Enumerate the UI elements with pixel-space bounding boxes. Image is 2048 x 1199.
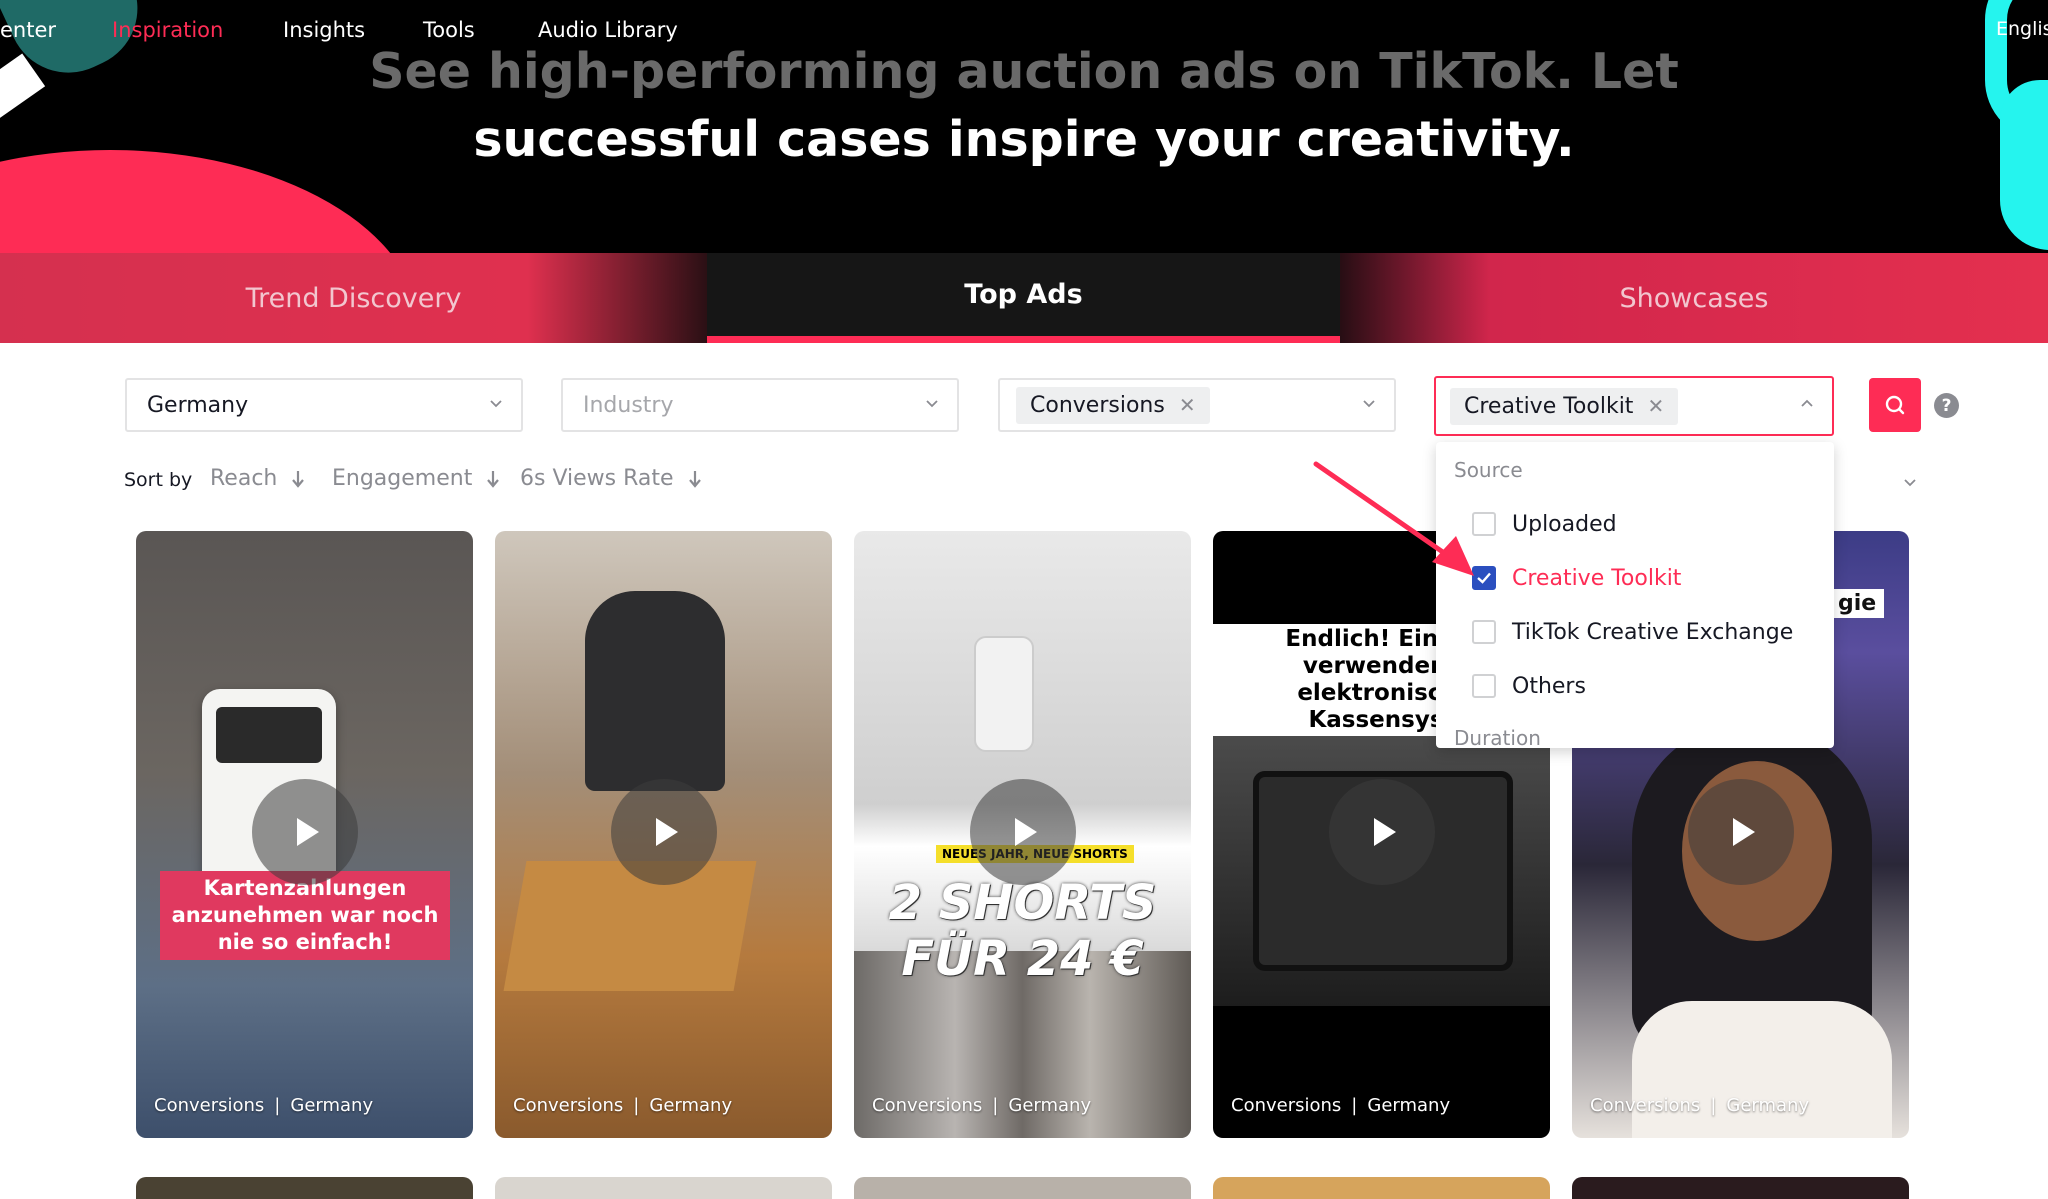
- card-objective: Conversions: [1231, 1095, 1342, 1116]
- option-label: TikTok Creative Exchange: [1512, 619, 1794, 645]
- play-icon[interactable]: [970, 779, 1076, 885]
- card-country: Germany: [649, 1095, 733, 1116]
- table-image: [503, 861, 757, 991]
- chevron-up-icon: [1801, 399, 1813, 407]
- card-objective: Conversions: [154, 1095, 265, 1116]
- language-selector[interactable]: English: [1996, 18, 2048, 40]
- arrow-down-icon: [688, 470, 701, 488]
- checkbox[interactable]: [1472, 674, 1496, 698]
- ad-card[interactable]: Kartenzahlungen anzunehmen war noch nie …: [136, 531, 473, 1138]
- tab-trend-discovery[interactable]: Trend Discovery: [0, 253, 707, 343]
- play-icon[interactable]: [1688, 779, 1794, 885]
- option-label: Uploaded: [1512, 511, 1617, 537]
- arrow-down-icon: [487, 470, 500, 488]
- phone-image: [974, 636, 1034, 752]
- play-icon[interactable]: [1329, 779, 1435, 885]
- source-select[interactable]: Creative Toolkit ✕: [1434, 376, 1834, 436]
- sort-label: Sort by: [124, 469, 193, 491]
- ad-card[interactable]: [1213, 1177, 1550, 1199]
- card-country: Germany: [290, 1095, 374, 1116]
- shirt-image: [1632, 1001, 1892, 1138]
- card-country: Germany: [1008, 1095, 1092, 1116]
- option-label: Creative Toolkit: [1512, 565, 1682, 591]
- option-label: Others: [1512, 673, 1586, 699]
- checkbox[interactable]: [1472, 620, 1496, 644]
- card-meta: Conversions | Germany: [1231, 1095, 1451, 1116]
- card-country: Germany: [1726, 1095, 1810, 1116]
- card-meta: Conversions | Germany: [1590, 1095, 1810, 1116]
- card-objective: Conversions: [1590, 1095, 1701, 1116]
- close-icon[interactable]: ✕: [1179, 393, 1196, 417]
- ad-card[interactable]: [136, 1177, 473, 1199]
- chevron-down-icon[interactable]: [1902, 474, 1918, 490]
- tab-bar: Trend Discovery Top Ads Showcases: [0, 253, 2048, 343]
- card-caption: gie: [1830, 589, 1885, 618]
- help-icon[interactable]: ?: [1934, 393, 1959, 418]
- search-button[interactable]: [1869, 378, 1921, 432]
- option-tiktok-creative-exchange[interactable]: TikTok Creative Exchange: [1472, 616, 1793, 648]
- ad-card[interactable]: [1572, 1177, 1909, 1199]
- search-icon: [1885, 395, 1905, 415]
- annotation-arrow-icon: [1313, 461, 1474, 576]
- objective-chip: Conversions ✕: [1016, 386, 1210, 424]
- tab-showcases[interactable]: Showcases: [1340, 253, 2048, 343]
- ad-card[interactable]: NEUES JAHR, NEUE SHORTS 2 SHORTS FÜR 24 …: [854, 531, 1191, 1138]
- sort-6s-views-rate-label: 6s Views Rate: [520, 466, 674, 491]
- person-image: [585, 591, 725, 791]
- chevron-down-icon: [926, 400, 938, 408]
- industry-placeholder: Industry: [583, 392, 674, 418]
- region-select[interactable]: Germany: [125, 378, 523, 432]
- card-country: Germany: [1367, 1095, 1451, 1116]
- hero-banner: enter Inspiration Insights Tools Audio L…: [0, 0, 2048, 253]
- ad-card[interactable]: Conversions | Germany: [495, 531, 832, 1138]
- sort-reach[interactable]: Reach: [210, 466, 305, 491]
- arrow-down-icon: [292, 470, 305, 488]
- sort-engagement[interactable]: Engagement: [332, 466, 500, 491]
- hero-title: See high-performing auction ads on TikTo…: [0, 38, 2048, 174]
- ad-card[interactable]: [495, 1177, 832, 1199]
- option-others[interactable]: Others: [1472, 670, 1586, 702]
- ad-card[interactable]: [854, 1177, 1191, 1199]
- source-chip: Creative Toolkit ✕: [1450, 387, 1679, 425]
- card-meta: Conversions | Germany: [513, 1095, 733, 1116]
- chevron-down-icon: [1363, 400, 1375, 408]
- sort-6s-views-rate[interactable]: 6s Views Rate: [520, 466, 702, 491]
- region-value: Germany: [147, 392, 249, 418]
- objective-chip-label: Conversions: [1030, 392, 1165, 418]
- option-creative-toolkit[interactable]: Creative Toolkit: [1472, 562, 1681, 594]
- duration-heading: Duration: [1454, 726, 1541, 748]
- play-icon[interactable]: [611, 779, 717, 885]
- option-uploaded[interactable]: Uploaded: [1472, 508, 1617, 540]
- card-objective: Conversions: [513, 1095, 624, 1116]
- tab-top-ads[interactable]: Top Ads: [707, 253, 1340, 343]
- close-icon[interactable]: ✕: [1647, 394, 1664, 418]
- play-icon[interactable]: [252, 779, 358, 885]
- chevron-down-icon: [490, 400, 502, 408]
- industry-select[interactable]: Industry: [561, 378, 959, 432]
- hero-title-line1: See high-performing auction ads on TikTo…: [369, 43, 1679, 100]
- sort-reach-label: Reach: [210, 466, 278, 491]
- card-objective: Conversions: [872, 1095, 983, 1116]
- sort-engagement-label: Engagement: [332, 466, 473, 491]
- source-dropdown-panel: Source Uploaded Creative Toolkit TikTok …: [1436, 442, 1834, 748]
- hero-title-line2: successful cases inspire your creativity…: [473, 111, 1575, 168]
- card-meta: Conversions | Germany: [154, 1095, 374, 1116]
- card-meta: Conversions | Germany: [872, 1095, 1092, 1116]
- source-chip-label: Creative Toolkit: [1464, 393, 1634, 419]
- card-caption: 2 SHORTS FÜR 24 €: [888, 875, 1157, 987]
- objective-select[interactable]: Conversions ✕: [998, 378, 1396, 432]
